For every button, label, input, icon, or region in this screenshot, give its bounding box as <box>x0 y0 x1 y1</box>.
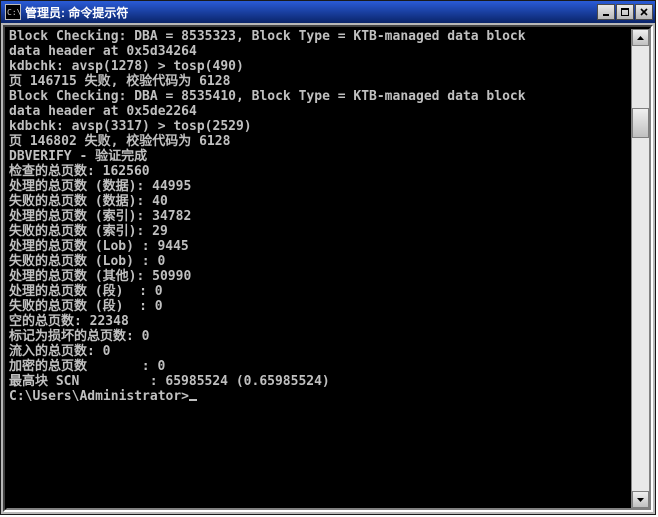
scroll-down-button[interactable] <box>632 491 649 508</box>
terminal-line: 流入的总页数: 0 <box>9 344 631 359</box>
client-area: Block Checking: DBA = 8535323, Block Typ… <box>1 23 655 514</box>
terminal-line: 检查的总页数: 162560 <box>9 164 631 179</box>
maximize-button[interactable] <box>616 4 634 20</box>
terminal-line: 失败的总页数 (索引): 29 <box>9 224 631 239</box>
terminal-output[interactable]: Block Checking: DBA = 8535323, Block Typ… <box>7 29 631 508</box>
terminal-line: data header at 0x5d34264 <box>9 44 631 59</box>
terminal-line: 处理的总页数 (数据): 44995 <box>9 179 631 194</box>
terminal-line: 加密的总页数 : 0 <box>9 359 631 374</box>
scroll-thumb[interactable] <box>632 108 649 138</box>
terminal-line: C:\Users\Administrator> <box>9 389 631 404</box>
terminal-line: 失败的总页数 (Lob) : 0 <box>9 254 631 269</box>
terminal-line: DBVERIFY - 验证完成 <box>9 149 631 164</box>
terminal-line: kdbchk: avsp(1278) > tosp(490) <box>9 59 631 74</box>
minimize-button[interactable] <box>597 4 615 20</box>
scroll-track[interactable] <box>632 46 649 491</box>
window-controls <box>596 4 653 20</box>
terminal-line: 处理的总页数 (索引): 34782 <box>9 209 631 224</box>
close-button[interactable] <box>635 4 653 20</box>
terminal-line: 处理的总页数 (其他): 50990 <box>9 269 631 284</box>
terminal-line: kdbchk: avsp(3317) > tosp(2529) <box>9 119 631 134</box>
terminal-border: Block Checking: DBA = 8535323, Block Typ… <box>3 25 653 512</box>
terminal-line: 处理的总页数 (Lob) : 9445 <box>9 239 631 254</box>
terminal-line: Block Checking: DBA = 8535323, Block Typ… <box>9 29 631 44</box>
titlebar[interactable]: C:\ 管理员: 命令提示符 <box>1 1 655 23</box>
terminal-inner: Block Checking: DBA = 8535323, Block Typ… <box>5 27 651 510</box>
scroll-up-button[interactable] <box>632 29 649 46</box>
title-text: 管理员: 命令提示符 <box>25 4 596 21</box>
terminal-line: 失败的总页数 (段) : 0 <box>9 299 631 314</box>
terminal-line: data header at 0x5de2264 <box>9 104 631 119</box>
vertical-scrollbar[interactable] <box>631 29 649 508</box>
terminal-line: 页 146715 失败, 校验代码为 6128 <box>9 74 631 89</box>
console-window: C:\ 管理员: 命令提示符 Block Checking: DBA = 853… <box>0 0 656 515</box>
terminal-line: 失败的总页数 (数据): 40 <box>9 194 631 209</box>
terminal-line: 标记为损坏的总页数: 0 <box>9 329 631 344</box>
terminal-line: 空的总页数: 22348 <box>9 314 631 329</box>
terminal-line: Block Checking: DBA = 8535410, Block Typ… <box>9 89 631 104</box>
terminal-line: 页 146802 失败, 校验代码为 6128 <box>9 134 631 149</box>
terminal-line: 最高块 SCN : 65985524 (0.65985524) <box>9 374 631 389</box>
app-icon: C:\ <box>5 4 21 20</box>
terminal-line: 处理的总页数 (段) : 0 <box>9 284 631 299</box>
cursor <box>189 399 197 401</box>
